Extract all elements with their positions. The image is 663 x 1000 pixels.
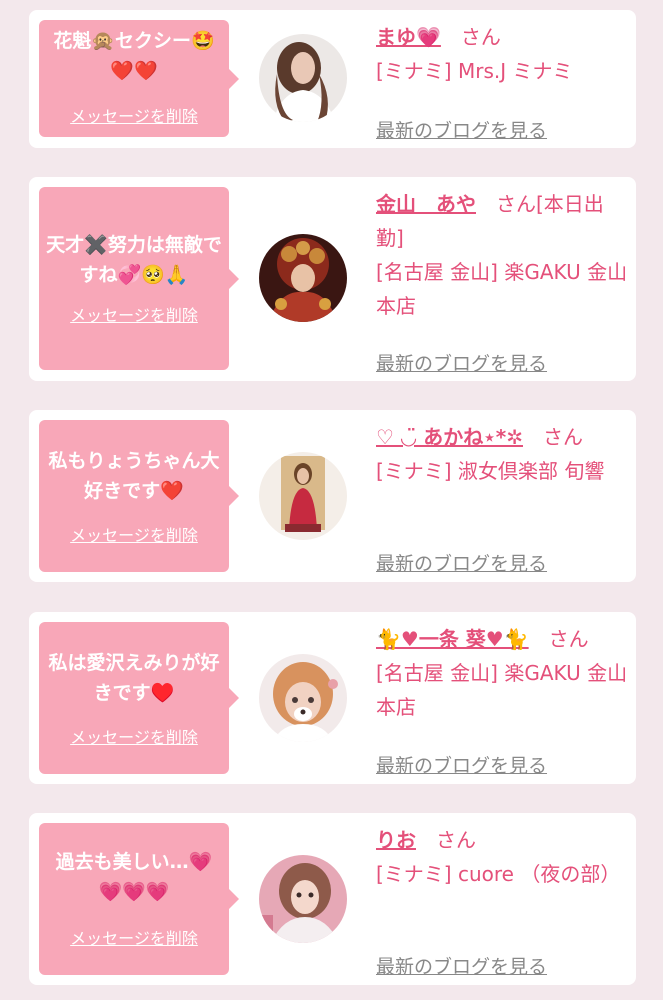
message-bubble: 私もりょうちゃん大好きです❤️ メッセージを削除 xyxy=(39,420,239,572)
name-line: 🐈♥一条 葵♥🐈 さん xyxy=(376,622,631,656)
shop-name: [ミナミ] 淑女倶楽部 旬響 xyxy=(376,459,605,483)
girl-info: まゆ💗 さん [ミナミ] Mrs.J ミナミ 最新のブログを見る xyxy=(376,20,631,142)
girl-name-link[interactable]: まゆ💗 xyxy=(376,25,441,49)
list-item: 私もりょうちゃん大好きです❤️ メッセージを削除 ♡ ◡̈ あかね⋆*✲ さん [… xyxy=(29,410,636,582)
delete-message-link[interactable]: メッセージを削除 xyxy=(70,302,198,370)
message-bubble: 過去も美しい…💗💗💗💗 メッセージを削除 xyxy=(39,823,239,975)
girl-name-link[interactable]: りお xyxy=(376,828,416,852)
shop-name: [ミナミ] cuore （夜の部） xyxy=(376,862,621,886)
shop-name: [名古屋 金山] 楽GAKU 金山本店 xyxy=(376,260,628,318)
avatar[interactable] xyxy=(259,855,347,943)
avatar-image xyxy=(259,855,347,943)
delete-message-link[interactable]: メッセージを削除 xyxy=(70,522,198,572)
name-suffix: さん xyxy=(542,425,583,449)
girl-info: 🐈♥一条 葵♥🐈 さん [名古屋 金山] 楽GAKU 金山本店 最新のブログを見る xyxy=(376,622,631,777)
name-suffix: さん xyxy=(460,25,501,49)
name-suffix: さん xyxy=(548,627,589,651)
girl-name-link[interactable]: ♡ ◡̈ あかね⋆*✲ xyxy=(376,425,523,449)
message-text: 過去も美しい…💗💗💗💗 xyxy=(55,851,213,903)
delete-message-link[interactable]: メッセージを削除 xyxy=(70,724,198,774)
latest-blog-link[interactable]: 最新のブログを見る xyxy=(376,749,547,783)
name-line: りお さん xyxy=(376,823,631,857)
girl-info: ♡ ◡̈ あかね⋆*✲ さん [ミナミ] 淑女倶楽部 旬響 最新のブログを見る xyxy=(376,420,631,575)
avatar-image xyxy=(259,654,347,742)
avatar-image xyxy=(259,452,347,540)
latest-blog-link[interactable]: 最新のブログを見る xyxy=(376,114,547,148)
message-bubble: 私は愛沢えみりが好きです♥️ メッセージを削除 xyxy=(39,622,239,774)
latest-blog-link[interactable]: 最新のブログを見る xyxy=(376,950,547,984)
list-item: 天才✖️努力は無敵ですね💞🥺🙏 メッセージを削除 金山 あや さん[本日出勤] [… xyxy=(29,177,636,381)
avatar[interactable] xyxy=(259,452,347,540)
message-bubble: 花魁🙊セクシー🤩❤️❤️ メッセージを削除 xyxy=(39,20,239,137)
avatar-image xyxy=(259,34,347,122)
girl-name-link[interactable]: 金山 あや xyxy=(376,192,476,216)
shop-name: [名古屋 金山] 楽GAKU 金山本店 xyxy=(376,661,628,719)
latest-blog-link[interactable]: 最新のブログを見る xyxy=(376,347,547,381)
avatar[interactable] xyxy=(259,234,347,322)
message-text: 私は愛沢えみりが好きです♥️ xyxy=(48,652,220,704)
girl-info: 金山 あや さん[本日出勤] [名古屋 金山] 楽GAKU 金山本店 最新のブログ… xyxy=(376,187,631,375)
message-text: 天才✖️努力は無敵ですね💞🥺🙏 xyxy=(46,234,222,286)
name-suffix: さん xyxy=(436,828,476,852)
avatar-image xyxy=(259,234,347,322)
favorite-list: 花魁🙊セクシー🤩❤️❤️ メッセージを削除 まゆ💗 さん [ミナミ] Mrs.J … xyxy=(0,0,663,1000)
latest-blog-link[interactable]: 最新のブログを見る xyxy=(376,547,547,581)
message-text: 私もりょうちゃん大好きです❤️ xyxy=(48,450,220,502)
list-item: 私は愛沢えみりが好きです♥️ メッセージを削除 🐈♥一条 葵♥🐈 さん [名古屋 … xyxy=(29,612,636,784)
avatar[interactable] xyxy=(259,654,347,742)
list-item: 花魁🙊セクシー🤩❤️❤️ メッセージを削除 まゆ💗 さん [ミナミ] Mrs.J … xyxy=(29,10,636,148)
name-line: まゆ💗 さん xyxy=(376,20,631,54)
message-text: 花魁🙊セクシー🤩❤️❤️ xyxy=(53,30,215,82)
avatar[interactable] xyxy=(259,34,347,122)
delete-message-link[interactable]: メッセージを削除 xyxy=(70,103,198,137)
list-item: 過去も美しい…💗💗💗💗 メッセージを削除 りお さん [ミナミ] cuore （夜… xyxy=(29,813,636,985)
shop-name: [ミナミ] Mrs.J ミナミ xyxy=(376,59,573,83)
girl-info: りお さん [ミナミ] cuore （夜の部） 最新のブログを見る xyxy=(376,823,631,978)
message-bubble: 天才✖️努力は無敵ですね💞🥺🙏 メッセージを削除 xyxy=(39,187,239,370)
name-line: 金山 あや さん[本日出勤] xyxy=(376,187,631,255)
name-line: ♡ ◡̈ あかね⋆*✲ さん xyxy=(376,420,631,454)
delete-message-link[interactable]: メッセージを削除 xyxy=(70,925,198,975)
girl-name-link[interactable]: 🐈♥一条 葵♥🐈 xyxy=(376,627,529,651)
